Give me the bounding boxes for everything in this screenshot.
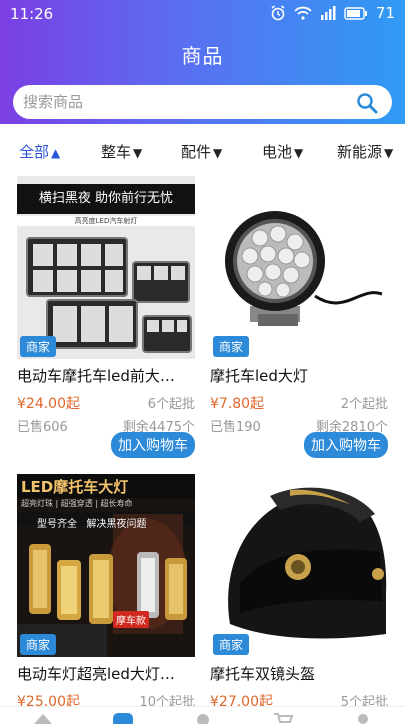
status-time: 11:26 <box>10 5 54 23</box>
product-card[interactable]: LED摩托车大灯 超亮灯珠 | 超强穿透 | 超长寿命 型号齐全 解决黑夜问题 … <box>17 474 195 711</box>
product-image[interactable]: LED摩托车大灯 超亮灯珠 | 超强穿透 | 超长寿命 型号齐全 解决黑夜问题 … <box>17 474 195 657</box>
min-order-qty: 2个起批 <box>340 397 388 412</box>
product-name[interactable]: 摩托车双镜头盔 <box>210 663 388 684</box>
app-header: 11:26 71 商品 <box>0 0 405 124</box>
product-image[interactable]: 商家 <box>210 474 388 657</box>
product-price: ¥7.80起 <box>210 396 265 412</box>
category-tab-icon[interactable] <box>112 709 134 728</box>
image-banner-text: 横扫黑夜 助你前行无忧 <box>38 191 174 206</box>
image-banner-text: LED摩托车大灯 <box>21 478 129 496</box>
battery-icon <box>344 6 368 20</box>
merchant-badge: 商家 <box>20 634 57 655</box>
product-card[interactable]: 商家 摩托车双镜头盔 ¥27.00起 5个起批 <box>210 474 388 711</box>
battery-level: 71 <box>375 4 395 22</box>
home-tab-icon[interactable] <box>32 709 54 728</box>
filter-battery[interactable]: 电池 ▼ <box>262 141 303 162</box>
merchant-badge: 商家 <box>213 336 250 357</box>
filter-label: 全部 <box>19 143 50 161</box>
search-bar[interactable] <box>13 85 392 119</box>
image-stamp: 摩车款 <box>113 611 149 628</box>
search-input[interactable] <box>23 93 343 111</box>
filter-label: 整车 <box>101 143 132 161</box>
filter-vehicle[interactable]: 整车 ▼ <box>101 141 142 162</box>
add-to-cart-button[interactable]: 加入购物车 <box>111 432 195 458</box>
caret-down-icon: ▼ <box>213 146 223 160</box>
wifi-icon <box>294 6 312 20</box>
min-order-qty: 6个起批 <box>147 397 195 412</box>
product-card[interactable]: 横扫黑夜 助你前行无忧 高亮度LED汽车射灯 商家 电动车摩托车led前大… ¥… <box>17 176 195 458</box>
profile-tab-icon[interactable] <box>352 709 374 728</box>
signal-icon <box>320 6 336 20</box>
caret-down-icon: ▼ <box>294 146 304 160</box>
sold-count: 已售190 <box>210 420 261 435</box>
filter-new-energy[interactable]: 新能源 ▼ <box>337 141 393 162</box>
filter-label: 新能源 <box>337 143 383 161</box>
cart-tab-icon[interactable] <box>272 709 294 728</box>
product-name[interactable]: 电动车摩托车led前大… <box>17 365 195 386</box>
product-name[interactable]: 电动车灯超亮led大灯… <box>17 663 195 684</box>
filter-bar: 全部 ▲ 整车 ▼ 配件 ▼ 电池 ▼ 新能源 ▼ <box>0 124 405 174</box>
page-title: 商品 <box>181 44 224 68</box>
bottom-tab-bar <box>0 706 405 727</box>
caret-down-icon: ▼ <box>133 146 143 160</box>
image-tags-text: 型号齐全 解决黑夜问题 <box>37 519 147 530</box>
add-to-cart-button[interactable]: 加入购物车 <box>304 432 388 458</box>
caret-up-icon: ▲ <box>51 146 61 160</box>
product-image[interactable]: 商家 <box>210 176 388 359</box>
product-card[interactable]: 商家 摩托车led大灯 ¥7.80起 2个起批 已售190 剩余2810个 加入… <box>210 176 388 458</box>
filter-parts[interactable]: 配件 ▼ <box>181 141 222 162</box>
sold-count: 已售606 <box>17 420 68 435</box>
user-tab-icon[interactable] <box>192 709 214 728</box>
status-bar: 11:26 71 <box>0 0 405 28</box>
caret-down-icon: ▼ <box>384 146 394 160</box>
image-sub-text: 高亮度LED汽车射灯 <box>74 217 138 225</box>
search-icon[interactable] <box>356 92 378 118</box>
product-price: ¥24.00起 <box>17 396 80 412</box>
merchant-badge: 商家 <box>20 336 57 357</box>
filter-label: 配件 <box>181 143 212 161</box>
alarm-icon <box>270 5 286 21</box>
filter-all[interactable]: 全部 ▲ <box>19 141 60 162</box>
image-sub-text: 超亮灯珠 | 超强穿透 | 超长寿命 <box>21 499 133 508</box>
filter-label: 电池 <box>262 143 293 161</box>
product-name[interactable]: 摩托车led大灯 <box>210 365 388 386</box>
product-image[interactable]: 横扫黑夜 助你前行无忧 高亮度LED汽车射灯 商家 <box>17 176 195 359</box>
merchant-badge: 商家 <box>213 634 250 655</box>
